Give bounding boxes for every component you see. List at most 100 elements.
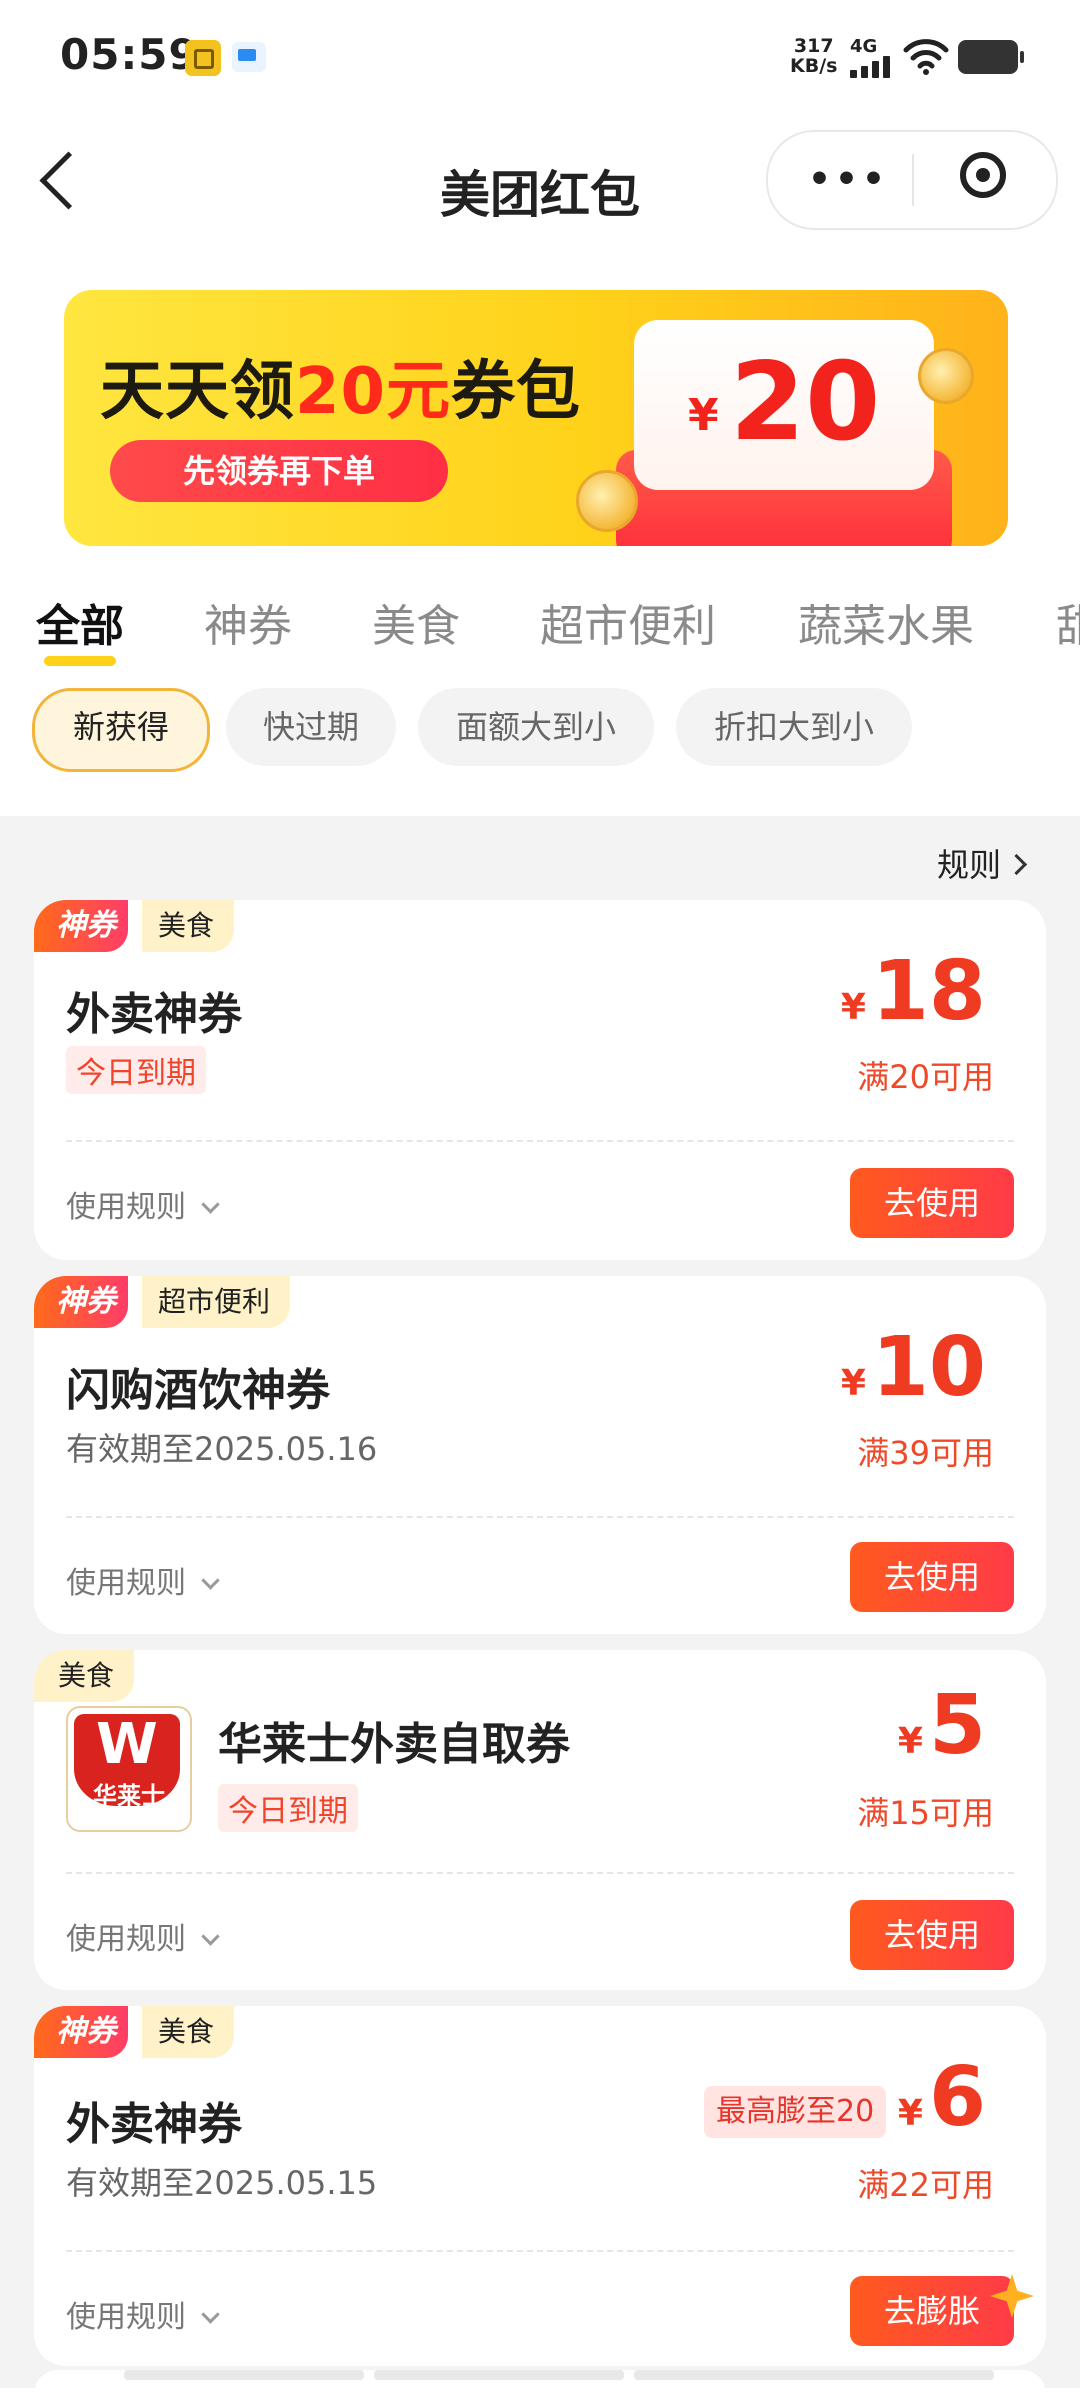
banner-title-suffix: 券包	[451, 355, 582, 429]
wifi-icon	[903, 39, 949, 75]
tab-supermarket[interactable]: 超市便利	[540, 590, 716, 654]
god-coupon-badge: 神券	[34, 1276, 128, 1328]
banner-currency: ¥	[688, 390, 719, 441]
tab-active-indicator	[44, 656, 116, 666]
amount-value: 6	[928, 2050, 986, 2145]
chevron-down-icon	[201, 1195, 220, 1214]
banner-coupon-card: ¥ 20	[634, 320, 934, 490]
card-divider	[66, 2250, 1014, 2252]
coupon-title: 外卖神券	[66, 2099, 242, 2150]
expiry-tag: 今日到期	[66, 1046, 206, 1094]
filter-discount-desc[interactable]: 折扣大到小	[676, 688, 912, 766]
use-coupon-button[interactable]: 去使用	[850, 1900, 1014, 1970]
amount-value: 18	[871, 944, 986, 1039]
use-coupon-button[interactable]: 去使用	[850, 1542, 1014, 1612]
tab-dessert[interactable]: 甜	[1056, 590, 1080, 654]
tab-god-coupon[interactable]: 神券	[204, 590, 292, 654]
coupon-pack-banner[interactable]: 天天领20元券包 先领券再下单 ¥ 20	[64, 290, 1008, 546]
coupon-amount: ¥6	[898, 2050, 986, 2145]
brand-logo: W 华莱士	[66, 1706, 192, 1832]
category-badge: 超市便利	[142, 1276, 291, 1328]
currency-symbol: ¥	[897, 2093, 923, 2134]
usage-rules-toggle[interactable]: 使用规则	[66, 1914, 220, 1958]
coupon-card: 神券 美食 外卖神券 有效期至2025.05.15 最高膨至20 ¥6 满22可…	[34, 2006, 1046, 2366]
chevron-right-icon	[1005, 853, 1028, 876]
usage-condition: 满22可用	[857, 2166, 994, 2204]
coupon-title: 闪购酒饮神券	[66, 1365, 330, 1416]
more-icon[interactable]: •••	[808, 162, 889, 198]
god-coupon-badge: 神券	[34, 900, 128, 952]
boost-coupon-button[interactable]: 去膨胀	[850, 2276, 1014, 2346]
coupon-card: 美食 W 华莱士 华莱士外卖自取券 今日到期 ¥5 满15可用 使用规则 去使用	[34, 1650, 1046, 1990]
usage-rules-toggle[interactable]: 使用规则	[66, 1558, 220, 1602]
usage-rules-label: 使用规则	[66, 1922, 186, 1957]
banner-amount: 20	[730, 340, 881, 465]
usage-rules-label: 使用规则	[66, 1190, 186, 1225]
usage-condition: 满20可用	[857, 1058, 994, 1096]
coupon-amount: ¥10	[841, 1320, 986, 1415]
filter-amount-desc[interactable]: 面额大到小	[418, 688, 654, 766]
expiry-tag: 今日到期	[218, 1784, 358, 1832]
card-divider	[66, 1140, 1014, 1142]
coupon-title: 外卖神券	[66, 989, 242, 1040]
miniprogram-capsule: •••	[766, 130, 1058, 230]
coupon-amount: ¥18	[841, 944, 986, 1039]
battery-icon	[958, 40, 1024, 74]
tab-food[interactable]: 美食	[372, 590, 460, 654]
usage-condition: 满39可用	[857, 1434, 994, 1472]
amount-value: 5	[928, 1678, 986, 1773]
signal-icon	[850, 56, 892, 78]
card-divider	[66, 1516, 1014, 1518]
rules-link[interactable]: 规则	[936, 840, 1028, 886]
filter-newest[interactable]: 新获得	[32, 688, 210, 772]
chevron-down-icon	[201, 1571, 220, 1590]
chevron-down-icon	[201, 2305, 220, 2324]
valid-until: 有效期至2025.05.16	[66, 1430, 378, 1468]
brand-logo-mark: W	[96, 1712, 158, 1777]
banner-title-prefix: 天天领	[100, 355, 295, 429]
category-badge: 美食	[142, 900, 235, 952]
capsule-divider	[912, 154, 914, 206]
usage-rules-label: 使用规则	[66, 2300, 186, 2335]
coupon-card: 神券 超市便利 闪购酒饮神券 有效期至2025.05.16 ¥10 满39可用 …	[34, 1276, 1046, 1634]
chevron-down-icon	[201, 1927, 220, 1946]
status-bar: 05:59 317 KB/s 4G	[0, 0, 1080, 110]
boost-tag: 最高膨至20	[704, 2086, 887, 2138]
usage-rules-toggle[interactable]: 使用规则	[66, 1182, 220, 1226]
close-miniprogram-icon[interactable]	[960, 152, 1006, 198]
card-divider	[66, 1872, 1014, 1874]
message-notification-icon	[232, 42, 266, 72]
network-speed-value: 317	[793, 35, 834, 57]
network-speed-unit: KB/s	[790, 55, 838, 77]
banner-title-highlight: 20元	[295, 355, 452, 429]
banner-title: 天天领20元券包	[100, 340, 581, 432]
currency-symbol: ¥	[897, 1721, 923, 1762]
amount-value: 10	[871, 1320, 986, 1415]
category-badge: 美食	[34, 1650, 135, 1702]
coin-icon	[918, 348, 974, 404]
usage-rules-toggle[interactable]: 使用规则	[66, 2292, 220, 2336]
coupon-card-peek	[34, 2370, 1046, 2400]
valid-until: 有效期至2025.05.15	[66, 2164, 378, 2202]
currency-symbol: ¥	[840, 987, 866, 1028]
use-coupon-button[interactable]: 去使用	[850, 1168, 1014, 1238]
usage-condition: 满15可用	[857, 1794, 994, 1832]
filter-expiring[interactable]: 快过期	[226, 688, 396, 766]
network-type: 4G	[850, 36, 878, 57]
category-badge: 美食	[142, 2006, 235, 2058]
coupon-title: 华莱士外卖自取券	[218, 1719, 570, 1770]
tab-fruit-veg[interactable]: 蔬菜水果	[798, 590, 974, 654]
tab-all[interactable]: 全部	[36, 590, 124, 654]
brand-logo-text: 华莱士	[93, 1782, 165, 1810]
coupon-amount: ¥5	[898, 1678, 986, 1773]
god-coupon-badge: 神券	[34, 2006, 128, 2058]
coupon-card: 神券 美食 外卖神券 今日到期 ¥18 满20可用 使用规则 去使用	[34, 900, 1046, 1260]
rules-link-label: 规则	[936, 846, 1001, 884]
currency-symbol: ¥	[840, 1363, 866, 1404]
usage-rules-label: 使用规则	[66, 1566, 186, 1601]
status-time: 05:59	[60, 30, 199, 79]
banner-cta-button[interactable]: 先领券再下单	[110, 440, 448, 502]
coin-icon	[576, 470, 638, 532]
app-notification-icon	[185, 40, 221, 76]
network-speed: 317 KB/s	[790, 36, 837, 76]
